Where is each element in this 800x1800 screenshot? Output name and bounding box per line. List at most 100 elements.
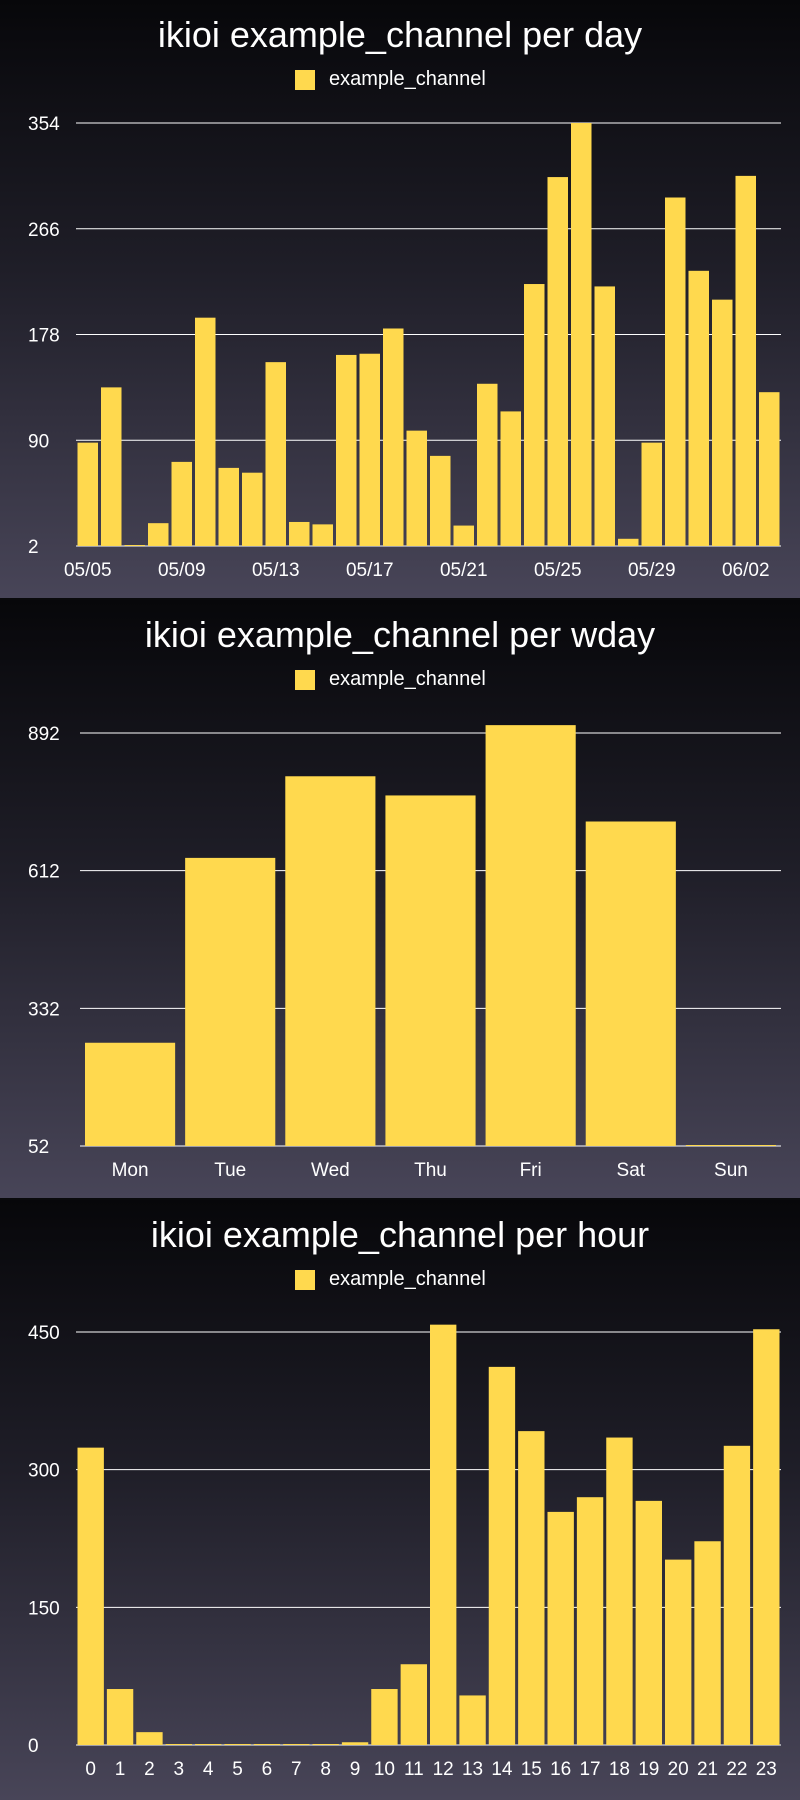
x-tick-label: 06/02 [722, 560, 770, 581]
bar [77, 442, 98, 546]
bar [694, 1541, 721, 1745]
x-tick-label: 8 [320, 1759, 331, 1780]
bar [312, 1744, 339, 1745]
x-tick-label: 05/29 [628, 560, 676, 581]
bar [606, 1437, 633, 1745]
bar [385, 795, 476, 1146]
bar [195, 1744, 222, 1745]
chart-panel-per-day: ikioi example_channel per day example_ch… [0, 0, 800, 598]
bar [665, 197, 686, 546]
bar [665, 1559, 692, 1745]
bar [518, 1431, 545, 1745]
x-tick-label: 05/09 [158, 560, 206, 581]
bar [477, 383, 498, 546]
bar [500, 411, 521, 546]
x-tick-label: 05/13 [252, 560, 300, 581]
y-tick-label: 332 [28, 999, 60, 1020]
x-tick-label: 3 [174, 1759, 185, 1780]
bar [485, 725, 576, 1146]
x-tick-label: 5 [232, 1759, 243, 1780]
x-tick-label: Fri [520, 1160, 542, 1181]
bar [594, 286, 615, 546]
x-tick-label: 11 [404, 1759, 424, 1780]
bar [106, 1689, 134, 1745]
y-tick-label: 892 [28, 724, 60, 745]
bar [371, 1689, 398, 1745]
x-tick-label: Tue [214, 1160, 246, 1181]
bar [759, 392, 780, 546]
x-tick-label: Mon [112, 1160, 149, 1181]
bar [571, 123, 592, 546]
x-tick-label: 17 [579, 1759, 600, 1780]
bar [185, 857, 276, 1146]
y-tick-label: 150 [28, 1598, 60, 1619]
bar [171, 461, 192, 546]
bar [688, 270, 709, 546]
x-tick-label: 23 [756, 1759, 777, 1780]
bar [289, 521, 310, 546]
bar [224, 1744, 251, 1745]
x-tick-label: 14 [491, 1759, 513, 1780]
bar [406, 430, 427, 546]
bar [459, 1695, 486, 1745]
x-tick-label: 10 [374, 1759, 395, 1780]
x-tick-label: 21 [697, 1759, 718, 1780]
y-tick-label: 2 [28, 537, 39, 558]
bar [195, 317, 216, 546]
x-tick-label: Sun [714, 1160, 748, 1181]
bar-chart-per-wday: 52 332 612 892 Mon Tue Wed Thu Fri Sat Sun [28, 724, 781, 1181]
bar [685, 1145, 776, 1146]
bar [165, 1744, 192, 1745]
bar [136, 1732, 163, 1745]
y-tick-label: 52 [28, 1137, 49, 1158]
bar [312, 524, 333, 546]
bar [101, 387, 122, 546]
x-tick-label: 05/05 [64, 560, 112, 581]
x-tick-label: Thu [414, 1160, 447, 1181]
bar [218, 467, 239, 546]
bar [641, 442, 662, 546]
y-tick-label: 300 [28, 1461, 60, 1482]
y-tick-label: 178 [28, 326, 60, 347]
bar [336, 354, 357, 546]
x-tick-label: Sat [617, 1160, 646, 1181]
x-tick-label: 0 [85, 1759, 96, 1780]
bar [547, 177, 568, 546]
y-tick-label: 0 [28, 1736, 39, 1757]
x-tick-label: 16 [550, 1759, 571, 1780]
bar [618, 538, 639, 546]
x-tick-label: 19 [638, 1759, 659, 1780]
bar [735, 175, 756, 546]
bar [430, 455, 451, 546]
chart-panel-per-wday: ikioi example_channel per wday example_c… [0, 600, 800, 1198]
bar [77, 1447, 104, 1745]
x-tick-label: 05/21 [440, 560, 488, 581]
y-tick-label: 90 [28, 431, 49, 452]
x-tick-label: 13 [462, 1759, 483, 1780]
x-tick-label: 05/17 [346, 560, 394, 581]
y-tick-label: 266 [28, 220, 60, 241]
bar [383, 328, 404, 546]
bar [547, 1511, 574, 1745]
x-tick-label: 4 [203, 1759, 214, 1780]
bar [723, 1445, 751, 1745]
bar [124, 545, 145, 546]
x-tick-label: Wed [311, 1160, 350, 1181]
x-tick-label: 18 [609, 1759, 630, 1780]
bar-chart-per-hour: 01503004500 1 2 3 4 5 6 7 8 9 10 11 12 13 14 15 16 17 18 19… [28, 1323, 781, 1780]
bar [576, 1497, 604, 1745]
bar [524, 284, 545, 546]
y-tick-label: 450 [28, 1323, 60, 1344]
bar-chart-per-day: 2 90 178 266 354 05/05 05/09 05/13 05/17 05/21 05/… [28, 114, 781, 581]
x-tick-label: 05/25 [534, 560, 582, 581]
bar [359, 353, 380, 546]
x-tick-label: 20 [668, 1759, 689, 1780]
x-tick-label: 7 [291, 1759, 302, 1780]
x-tick-label: 15 [521, 1759, 542, 1780]
x-tick-label: 6 [262, 1759, 273, 1780]
bar [341, 1742, 369, 1745]
x-tick-label: 12 [433, 1759, 454, 1780]
bar [85, 1042, 176, 1146]
x-tick-label: 22 [726, 1759, 747, 1780]
bar [285, 776, 376, 1146]
